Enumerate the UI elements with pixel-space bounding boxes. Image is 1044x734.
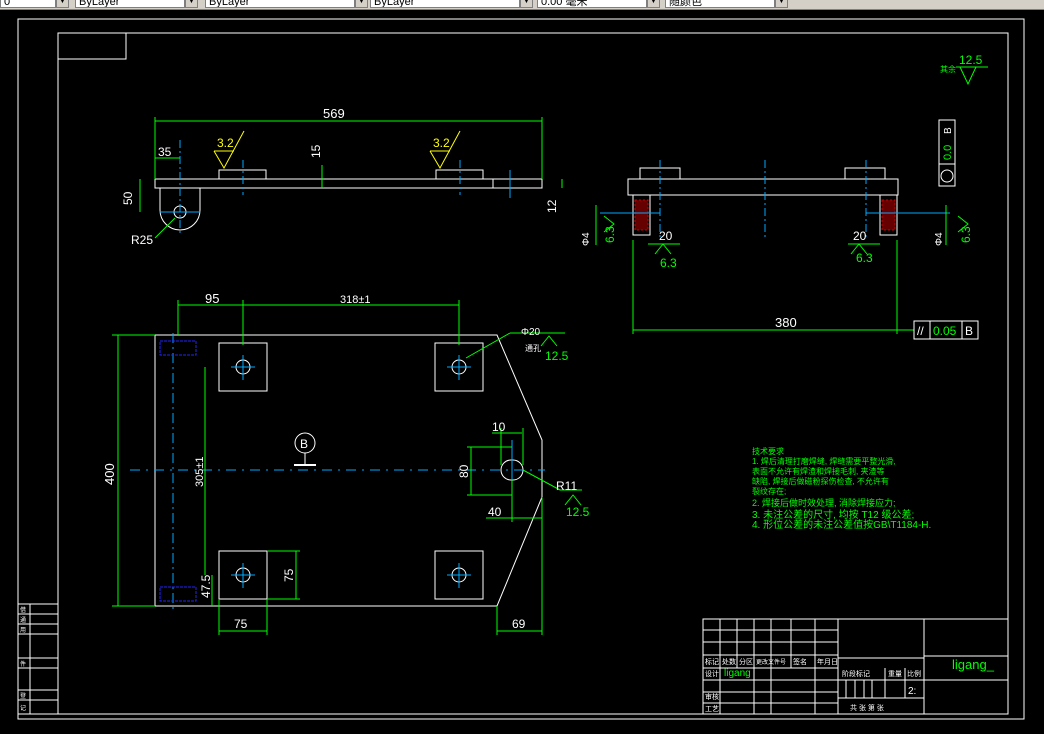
linetype-select[interactable]: ByLayer <box>205 0 355 8</box>
side-panel-1: 通 <box>20 616 26 624</box>
side-rough-right: 6.3 <box>856 251 873 265</box>
general-roughness-value: 12.5 <box>959 53 983 67</box>
plan-dim-305: 305±1 <box>194 456 206 487</box>
plan-datum: B <box>300 437 308 451</box>
title-block: 标记 处数 分区 更改文件号 签名 年月日 设计 ligang 审核 工艺 阶段… <box>702 618 1009 715</box>
top-dim-15: 15 <box>309 144 323 158</box>
color-select[interactable]: ByLayer <box>75 0 185 8</box>
technical-notes: 技术要求 1. 焊后清理打磨焊缝, 焊缝需要平整光滑, 表面不允许有焊渣和焊接毛… <box>752 446 931 531</box>
plotweight-select[interactable]: 0.00 毫米 <box>537 0 647 8</box>
plan-hole-note: 通孔 <box>525 343 541 353</box>
top-rough-right: 3.2 <box>433 136 450 150</box>
top-dim-50: 50 <box>121 191 135 205</box>
drawing-canvas[interactable]: 其余 12.5 0.0 B 569 35 50 15 12 R25 3.2 3.… <box>0 9 1044 729</box>
top-dim-35: 35 <box>158 145 172 159</box>
outer-frame <box>17 18 1025 720</box>
flatness-datum: B <box>943 127 954 134</box>
tb-label-1: 处数 <box>722 657 736 666</box>
plan-dim-75-v: 75 <box>282 568 296 582</box>
side-dim-380: 380 <box>775 315 797 330</box>
plan-radius: R11 <box>556 479 577 493</box>
tb-right-1: 重量 <box>888 670 902 678</box>
color-dropdown-icon[interactable]: ▼ <box>185 0 198 8</box>
plan-dim-69: 69 <box>512 617 526 631</box>
linetype-dropdown-icon[interactable]: ▼ <box>355 0 368 8</box>
inner-frame <box>57 32 1009 715</box>
note-0: 技术要求 <box>752 446 784 456</box>
tb-label-4: 签名 <box>793 657 807 666</box>
tb-right-0: 阶段标记 <box>842 669 870 678</box>
layer-select[interactable]: 0 <box>0 0 56 8</box>
note-1: 1. 焊后清理打磨焊缝, 焊缝需要平整光滑, <box>752 456 896 466</box>
plan-dim-75-h: 75 <box>234 617 248 631</box>
top-radius: R25 <box>131 233 153 247</box>
side-panel-2: 用 <box>20 627 26 634</box>
tb-company: ligang_ <box>952 657 995 672</box>
tb-left-1: 审核 <box>705 692 719 701</box>
top-view: 569 35 50 15 12 R25 3.2 3.2 <box>121 106 563 247</box>
plan-hole-dia: Φ20 <box>521 327 541 338</box>
tb-right-2: 比例 <box>907 669 921 678</box>
plan-dim-10: 10 <box>492 420 506 434</box>
plotweight-dropdown-icon[interactable]: ▼ <box>647 0 660 8</box>
lineweight-select[interactable]: ByLayer <box>370 0 520 8</box>
side-register-panel: 借 通 用 件 登 记 <box>17 603 59 715</box>
side-panel-0: 借 <box>20 606 26 614</box>
tb-scale: 2: <box>908 686 916 697</box>
side-dim-20-right: 20 <box>853 229 867 243</box>
plan-dim-47: 47.5 <box>199 574 213 598</box>
plan-dim-318: 318±1 <box>340 294 371 306</box>
side-rough-side-left: 6.3 <box>603 226 617 243</box>
side-view: 380 // 0.05 B 20 20 6.3 6.3 Φ4 6.3 Φ4 6.… <box>581 160 979 340</box>
side-rough-left: 6.3 <box>660 256 677 270</box>
general-roughness: 其余 12.5 <box>940 53 988 86</box>
tb-designer: ligang <box>724 668 751 679</box>
plan-rough-hole: 12.5 <box>545 349 569 363</box>
layer-dropdown-icon[interactable]: ▼ <box>56 0 69 8</box>
corner-box <box>57 32 127 60</box>
side-phi-right: Φ4 <box>934 232 945 246</box>
top-dim-12: 12 <box>545 199 559 213</box>
tb-label-2: 分区 <box>739 657 753 666</box>
tb-bottom: 共 张 第 张 <box>850 703 884 712</box>
plan-dim-80: 80 <box>457 464 471 478</box>
top-dim-569: 569 <box>323 106 345 121</box>
parallel-symbol: // <box>917 324 924 338</box>
top-rough-left: 3.2 <box>217 136 234 150</box>
plan-rough-slot: 12.5 <box>566 505 590 519</box>
lineweight-dropdown-icon[interactable]: ▼ <box>520 0 533 8</box>
flatness-value: 0.0 <box>942 145 954 160</box>
side-phi-left: Φ4 <box>581 232 592 246</box>
cad-drawing: 其余 12.5 0.0 B 569 35 50 15 12 R25 3.2 3.… <box>17 18 1025 720</box>
plotstyle-dropdown-icon[interactable]: ▼ <box>775 0 788 8</box>
note-2: 表面不允许有焊渣和焊接毛刺, 夹渣等 <box>752 466 884 476</box>
side-panel-5: 记 <box>20 705 26 712</box>
tb-label-3: 更改文件号 <box>756 658 786 666</box>
note-7: 4. 形位公差的未注公差值按GB\T1184-H. <box>752 518 931 531</box>
side-panel-4: 登 <box>20 692 26 700</box>
plan-dim-400: 400 <box>102 463 117 485</box>
plan-dim-40: 40 <box>488 505 502 519</box>
tb-label-0: 标记 <box>705 657 719 666</box>
note-4: 裂纹存在; <box>752 486 786 496</box>
note-3: 缺陷, 焊接后做磁粉探伤检查, 不允许有 <box>752 476 889 486</box>
parallel-datum: B <box>965 324 973 338</box>
note-5: 2. 焊接后做时效处理, 消除焊接应力; <box>752 497 896 508</box>
parallel-value: 0.05 <box>933 324 957 338</box>
general-roughness-label: 其余 <box>940 64 956 74</box>
tb-left-2: 工艺 <box>705 705 719 713</box>
tb-left-0: 设计 <box>705 669 719 678</box>
plotstyle-select[interactable]: 随颜色 <box>665 0 775 8</box>
side-dim-20-left: 20 <box>659 229 673 243</box>
plan-view: 95 318±1 400 305±1 47.5 75 75 69 10 80 4… <box>102 291 590 635</box>
flatness-tolerance-frame: 0.0 B <box>938 119 956 187</box>
side-rough-side-right: 6.3 <box>959 226 973 243</box>
side-panel-3: 件 <box>20 660 26 668</box>
plan-dim-95: 95 <box>205 291 219 306</box>
tb-label-5: 年月日 <box>817 657 838 666</box>
